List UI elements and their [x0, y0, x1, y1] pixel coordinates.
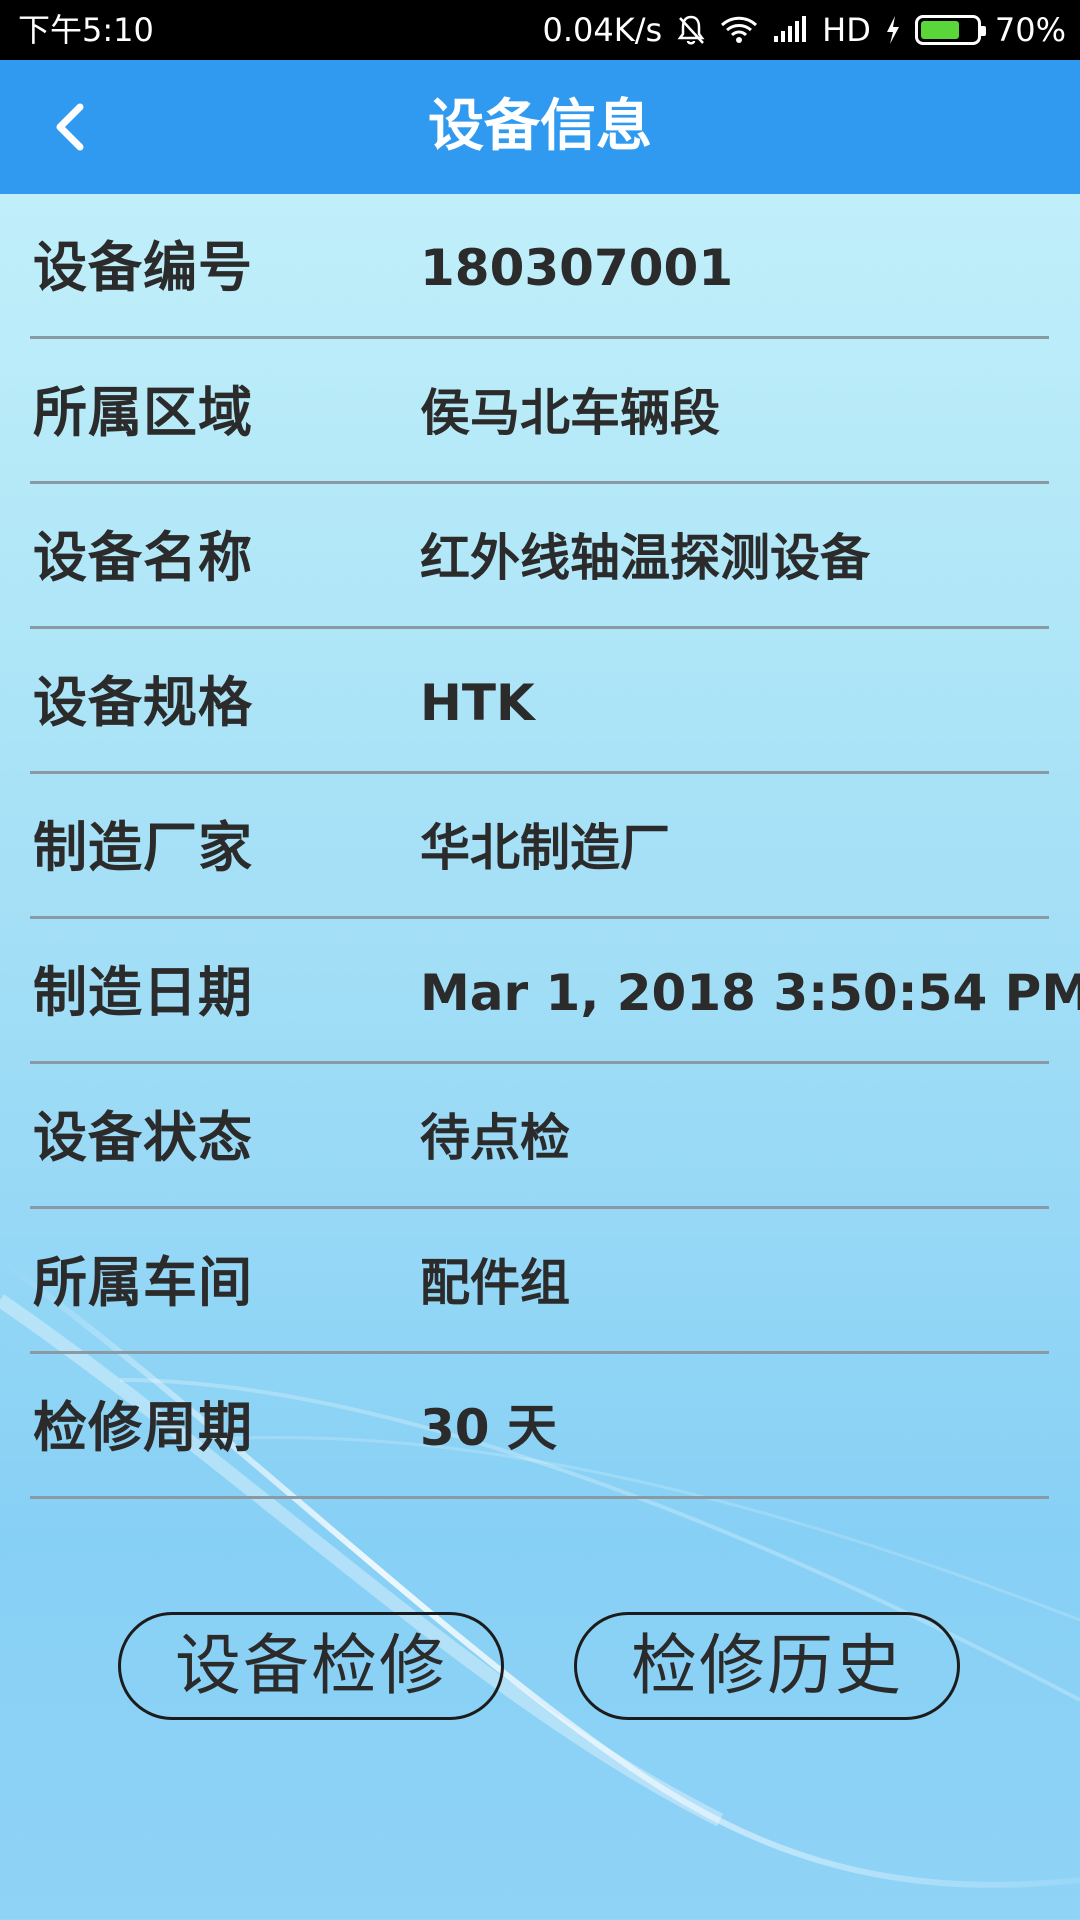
signal-icon	[772, 16, 808, 44]
info-row-maintenance-cycle: 检修周期 30 天	[30, 1354, 1049, 1499]
title-bar: 设备信息	[0, 60, 1080, 194]
repair-history-button[interactable]: 检修历史	[574, 1612, 960, 1720]
info-row-device-number: 设备编号 180307001	[30, 194, 1049, 339]
info-value: 待点检	[420, 1109, 570, 1167]
info-row-spec: 设备规格 HTK	[30, 629, 1049, 774]
status-time: 下午5:10	[18, 11, 154, 49]
status-bar: 下午5:10 0.04K/s HD 70%	[0, 0, 1080, 60]
info-value: 30 天	[420, 1399, 557, 1457]
info-label: 制造日期	[33, 961, 253, 1024]
device-repair-button[interactable]: 设备检修	[118, 1612, 504, 1720]
info-row-status: 设备状态 待点检	[30, 1064, 1049, 1209]
info-label: 制造厂家	[33, 816, 253, 879]
info-label: 所属车间	[33, 1251, 253, 1314]
info-row-manufacture-date: 制造日期 Mar 1, 2018 3:50:54 PM	[30, 919, 1080, 1064]
info-label: 设备名称	[33, 526, 253, 589]
info-value: 配件组	[420, 1254, 570, 1312]
battery-icon	[914, 15, 986, 45]
battery-fill	[920, 21, 959, 39]
info-value: HTK	[420, 674, 535, 732]
info-label: 检修周期	[33, 1396, 253, 1459]
network-speed: 0.04K/s	[542, 11, 663, 49]
info-label: 设备状态	[33, 1106, 253, 1169]
info-label: 设备规格	[33, 671, 253, 734]
status-indicators: 0.04K/s HD 70%	[542, 10, 1066, 50]
info-value: 侯马北车辆段	[420, 384, 720, 442]
battery-level: 70%	[994, 11, 1066, 49]
info-value: 红外线轴温探测设备	[420, 529, 870, 587]
info-row-workshop: 所属车间 配件组	[30, 1209, 1049, 1354]
network-type: HD	[822, 11, 871, 49]
info-value: 180307001	[420, 239, 734, 297]
info-value: Mar 1, 2018 3:50:54 PM	[420, 964, 1080, 1022]
page-title: 设备信息	[428, 94, 652, 159]
charging-icon	[885, 15, 901, 45]
wifi-icon	[720, 15, 758, 45]
info-row-device-name: 设备名称 红外线轴温探测设备	[30, 484, 1049, 629]
info-value: 华北制造厂	[420, 819, 670, 877]
info-label: 所属区域	[33, 381, 253, 444]
info-row-manufacturer: 制造厂家 华北制造厂	[30, 774, 1049, 919]
info-label: 设备编号	[33, 236, 253, 299]
mute-bell-icon	[676, 14, 706, 46]
info-row-region: 所属区域 侯马北车辆段	[30, 339, 1049, 484]
device-info-list: 设备编号 180307001 所属区域 侯马北车辆段 设备名称 红外线轴温探测设…	[30, 194, 1080, 1499]
